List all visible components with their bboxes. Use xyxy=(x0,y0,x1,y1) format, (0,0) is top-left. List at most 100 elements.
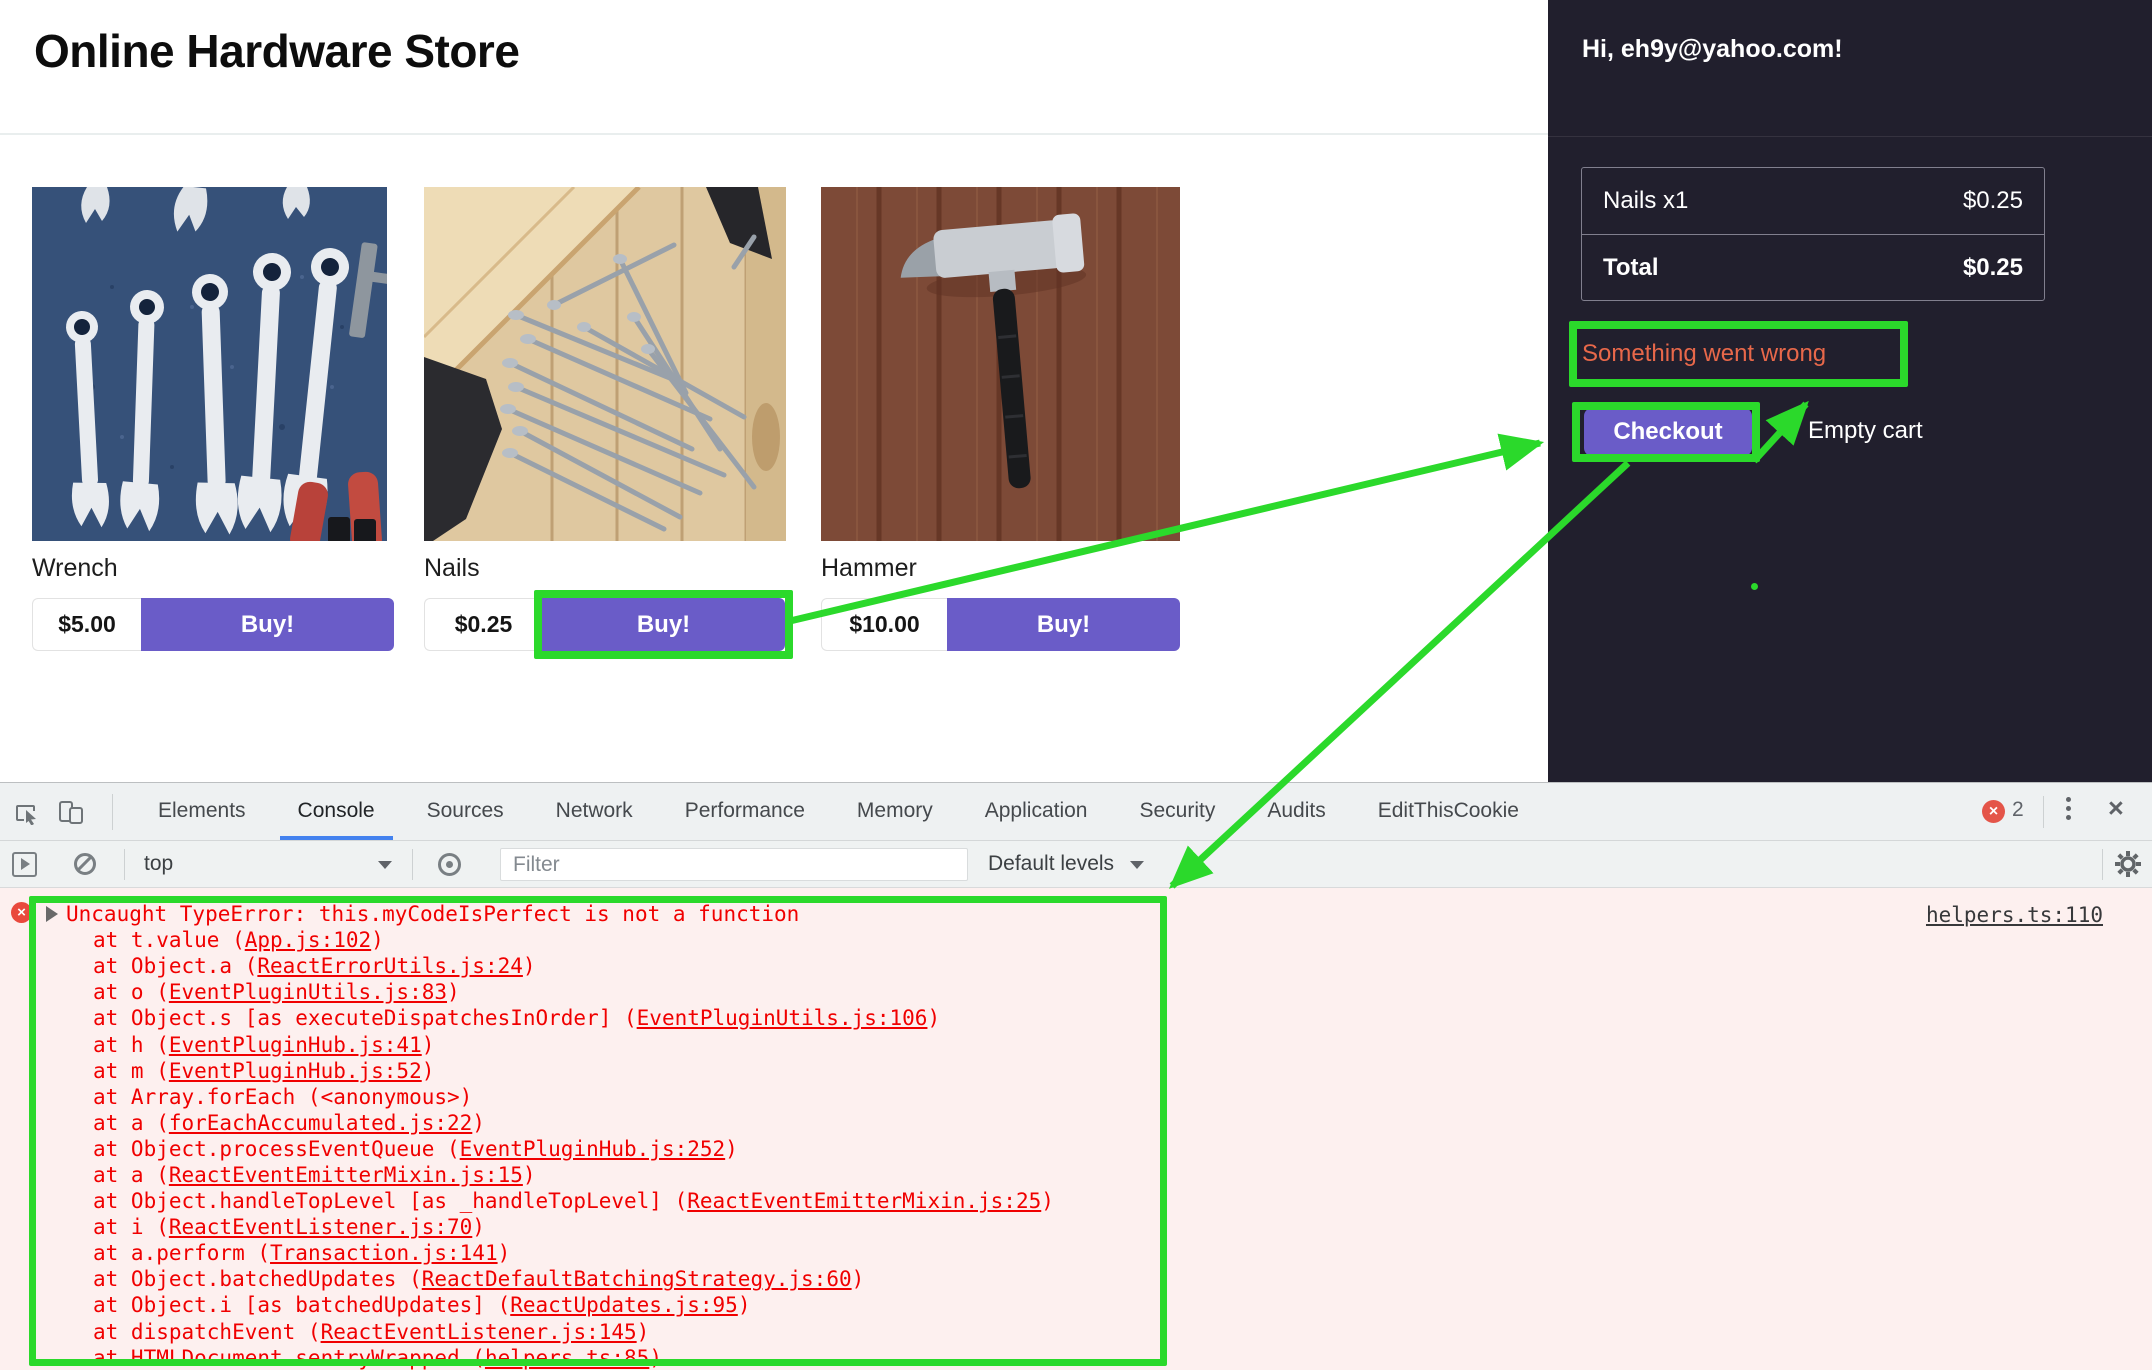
tab-editthiscookie[interactable]: EditThisCookie xyxy=(1352,783,1545,840)
cart-item-label: Nails x1 xyxy=(1603,187,1688,215)
stack-frame: at Object.s [as executeDispatchesInOrder… xyxy=(0,1005,2152,1031)
context-selector[interactable]: top xyxy=(144,841,173,887)
cart-total-amount: $0.25 xyxy=(1963,254,2023,282)
product-name: Hammer xyxy=(821,554,917,583)
stack-frame: at h (EventPluginHub.js:41) xyxy=(0,1031,2152,1057)
header-divider xyxy=(0,133,1548,135)
stack-file-link[interactable]: ReactDefaultBatchingStrategy.js:60 xyxy=(422,1267,852,1291)
error-badge-icon[interactable]: × xyxy=(1982,800,2005,823)
tab-memory[interactable]: Memory xyxy=(831,783,959,840)
product-name: Wrench xyxy=(32,554,118,583)
cart-sidebar: Hi, eh9y@yahoo.com! Nails x1 $0.25 Total… xyxy=(1548,0,2152,782)
stack-frame: at o (EventPluginUtils.js:83) xyxy=(0,979,2152,1005)
tabbar-divider xyxy=(112,794,113,830)
tab-network[interactable]: Network xyxy=(530,783,659,840)
console-sidebar-icon[interactable] xyxy=(12,852,37,877)
stack-frame: at a (forEachAccumulated.js:22) xyxy=(0,1110,2152,1136)
error-count: 2 xyxy=(2012,798,2024,822)
stack-frame: at Object.batchedUpdates (ReactDefaultBa… xyxy=(0,1266,2152,1292)
stack-file-link[interactable]: ReactEventListener.js:145 xyxy=(321,1320,637,1344)
tab-security[interactable]: Security xyxy=(1113,783,1241,840)
cart-total-label: Total xyxy=(1603,254,1659,282)
more-options-icon[interactable] xyxy=(2066,797,2071,824)
clear-console-icon[interactable] xyxy=(74,853,96,875)
empty-cart-button[interactable]: Empty cart xyxy=(1808,417,1923,445)
eye-icon[interactable] xyxy=(438,853,461,876)
levels-value: Default levels xyxy=(988,852,1114,876)
hammer-product-image xyxy=(821,187,1180,541)
console-stack: at t.value (App.js:102)at Object.a (Reac… xyxy=(0,927,2152,1370)
close-devtools-icon[interactable]: × xyxy=(2108,793,2124,824)
stack-file-link[interactable]: EventPluginHub.js:52 xyxy=(169,1059,422,1083)
log-levels-selector[interactable]: Default levels xyxy=(988,841,1114,887)
devtools-tabbar: ElementsConsoleSourcesNetworkPerformance… xyxy=(0,783,2152,841)
console-error-row: Uncaught TypeError: this.myCodeIsPerfect… xyxy=(0,901,2152,927)
stack-frame: at i (ReactEventListener.js:70) xyxy=(0,1214,2152,1240)
cart-error-message: Something went wrong xyxy=(1582,340,1826,368)
tab-elements[interactable]: Elements xyxy=(132,783,272,840)
stack-file-link[interactable]: ReactEventEmitterMixin.js:15 xyxy=(169,1163,523,1187)
error-message: Uncaught TypeError: this.myCodeIsPerfect… xyxy=(66,902,799,926)
stack-frame: at Array.forEach (<anonymous>) xyxy=(0,1084,2152,1110)
stack-file-link[interactable]: Transaction.js:141 xyxy=(270,1241,498,1265)
tab-audits[interactable]: Audits xyxy=(1241,783,1351,840)
product-price: $0.25 xyxy=(424,598,542,651)
toolbar-divider xyxy=(124,849,125,880)
console-filter-input[interactable] xyxy=(500,848,968,881)
buy-button-nails[interactable]: Buy! xyxy=(542,598,785,651)
device-toolbar-icon[interactable] xyxy=(58,799,84,825)
cart-item-row: Nails x1 $0.25 xyxy=(1582,168,2044,234)
nails-product-image xyxy=(424,187,786,541)
cart-item-amount: $0.25 xyxy=(1963,187,2023,215)
devtools-tabs: ElementsConsoleSourcesNetworkPerformance… xyxy=(132,783,1545,840)
green-dot xyxy=(1751,583,1758,590)
context-value: top xyxy=(144,852,173,876)
cart-total-row: Total $0.25 xyxy=(1582,234,2044,300)
tab-sources[interactable]: Sources xyxy=(401,783,530,840)
stack-frame: at Object.processEventQueue (EventPlugin… xyxy=(0,1136,2152,1162)
stack-frame: at dispatchEvent (ReactEventListener.js:… xyxy=(0,1319,2152,1345)
checkout-button[interactable]: Checkout xyxy=(1584,408,1752,456)
stack-frame: at Object.a (ReactErrorUtils.js:24) xyxy=(0,953,2152,979)
source-file-link[interactable]: helpers.ts:110 xyxy=(1926,903,2103,927)
stack-file-link[interactable]: ReactErrorUtils.js:24 xyxy=(257,954,523,978)
inspect-element-icon[interactable] xyxy=(14,799,40,825)
tab-application[interactable]: Application xyxy=(959,783,1114,840)
expand-triangle-icon[interactable] xyxy=(46,906,58,922)
stack-frame: at Object.i [as batchedUpdates] (ReactUp… xyxy=(0,1292,2152,1318)
stack-file-text: <anonymous> xyxy=(321,1085,460,1109)
stack-file-link[interactable]: EventPluginUtils.js:83 xyxy=(169,980,447,1004)
user-greeting: Hi, eh9y@yahoo.com! xyxy=(1582,35,1843,64)
buy-button-hammer[interactable]: Buy! xyxy=(947,598,1180,651)
product-price: $5.00 xyxy=(32,598,141,651)
stack-frame: at Object.handleTopLevel [as _handleTopL… xyxy=(0,1188,2152,1214)
product-name: Nails xyxy=(424,554,480,583)
stack-frame: at a.perform (Transaction.js:141) xyxy=(0,1240,2152,1266)
tab-performance[interactable]: Performance xyxy=(659,783,831,840)
tab-console[interactable]: Console xyxy=(272,783,401,840)
wrench-product-image xyxy=(32,187,387,541)
sidebar-divider xyxy=(1548,136,2152,137)
stack-file-link[interactable]: ReactEventEmitterMixin.js:25 xyxy=(687,1189,1041,1213)
chevron-down-icon xyxy=(378,861,392,869)
stack-file-link[interactable]: ReactUpdates.js:95 xyxy=(510,1293,738,1317)
stack-file-link[interactable]: ReactEventListener.js:70 xyxy=(169,1215,472,1239)
cart-table: Nails x1 $0.25 Total $0.25 xyxy=(1581,167,2045,301)
page-title: Online Hardware Store xyxy=(34,24,519,78)
console-toolbar: top Default levels xyxy=(0,841,2152,888)
stack-file-link[interactable]: EventPluginHub.js:252 xyxy=(460,1137,726,1161)
stack-file-link[interactable]: App.js:102 xyxy=(245,928,371,952)
tabbar-divider xyxy=(2043,796,2044,828)
stack-file-link[interactable]: forEachAccumulated.js:22 xyxy=(169,1111,472,1135)
stack-frame: at t.value (App.js:102) xyxy=(0,927,2152,953)
gear-icon[interactable] xyxy=(2114,850,2142,878)
stack-file-link[interactable]: EventPluginHub.js:41 xyxy=(169,1033,422,1057)
stack-file-link[interactable]: helpers.ts:85 xyxy=(485,1346,649,1370)
stack-frame: at m (EventPluginHub.js:52) xyxy=(0,1058,2152,1084)
stack-frame: at a (ReactEventEmitterMixin.js:15) xyxy=(0,1162,2152,1188)
stack-file-link[interactable]: EventPluginUtils.js:106 xyxy=(637,1006,928,1030)
console-error-block: Uncaught TypeError: this.myCodeIsPerfect… xyxy=(0,901,2152,1370)
buy-button-wrench[interactable]: Buy! xyxy=(141,598,394,651)
devtools-panel: ElementsConsoleSourcesNetworkPerformance… xyxy=(0,782,2152,1370)
toolbar-divider xyxy=(412,849,413,880)
